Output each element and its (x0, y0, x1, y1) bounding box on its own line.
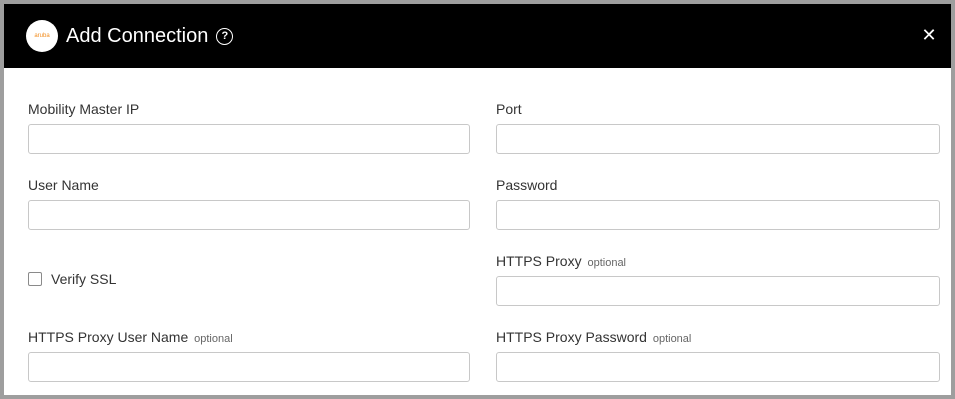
https-proxy-input[interactable] (496, 276, 940, 306)
password-input[interactable] (496, 200, 940, 230)
https-proxy-password-group: HTTPS Proxy Password optional (496, 329, 940, 382)
user-name-group: User Name (28, 177, 470, 230)
optional-tag: optional (587, 257, 627, 269)
https-proxy-user-name-label: HTTPS Proxy User Name optional (28, 329, 233, 347)
port-group: Port (496, 101, 940, 154)
password-group: Password (496, 177, 940, 230)
https-proxy-user-name-label-text: HTTPS Proxy User Name (28, 329, 189, 345)
optional-tag: optional (652, 333, 692, 345)
verify-ssl-row[interactable]: Verify SSL (28, 271, 116, 287)
dialog-header: aruba Add Connection ? ✕ (4, 4, 951, 68)
verify-ssl-label[interactable]: Verify SSL (51, 271, 116, 287)
https-proxy-password-label-text: HTTPS Proxy Password (496, 329, 647, 345)
mobility-master-ip-group: Mobility Master IP (28, 101, 470, 154)
logo-text: aruba (34, 33, 50, 39)
https-proxy-label-text: HTTPS Proxy (496, 253, 582, 269)
port-label: Port (496, 101, 522, 117)
optional-tag: optional (194, 333, 233, 345)
user-name-input[interactable] (28, 200, 470, 230)
port-input[interactable] (496, 124, 940, 154)
https-proxy-label: HTTPS Proxy optional (496, 253, 626, 271)
add-connection-dialog: aruba Add Connection ? ✕ Mobility Master… (4, 4, 951, 395)
help-icon[interactable]: ? (216, 27, 234, 45)
https-proxy-user-name-group: HTTPS Proxy User Name optional (28, 329, 470, 382)
password-label: Password (496, 177, 558, 193)
user-name-label: User Name (28, 177, 99, 193)
mobility-master-ip-input[interactable] (28, 124, 470, 154)
https-proxy-password-label: HTTPS Proxy Password optional (496, 329, 691, 347)
mobility-master-ip-label: Mobility Master IP (28, 101, 140, 117)
verify-ssl-checkbox[interactable] (28, 272, 42, 286)
https-proxy-group: HTTPS Proxy optional (496, 253, 940, 306)
close-icon[interactable]: ✕ (919, 25, 939, 45)
https-proxy-password-input[interactable] (496, 352, 940, 382)
aruba-logo: aruba (26, 20, 58, 52)
dialog-title: Add Connection (66, 24, 209, 47)
https-proxy-user-name-input[interactable] (28, 352, 470, 382)
